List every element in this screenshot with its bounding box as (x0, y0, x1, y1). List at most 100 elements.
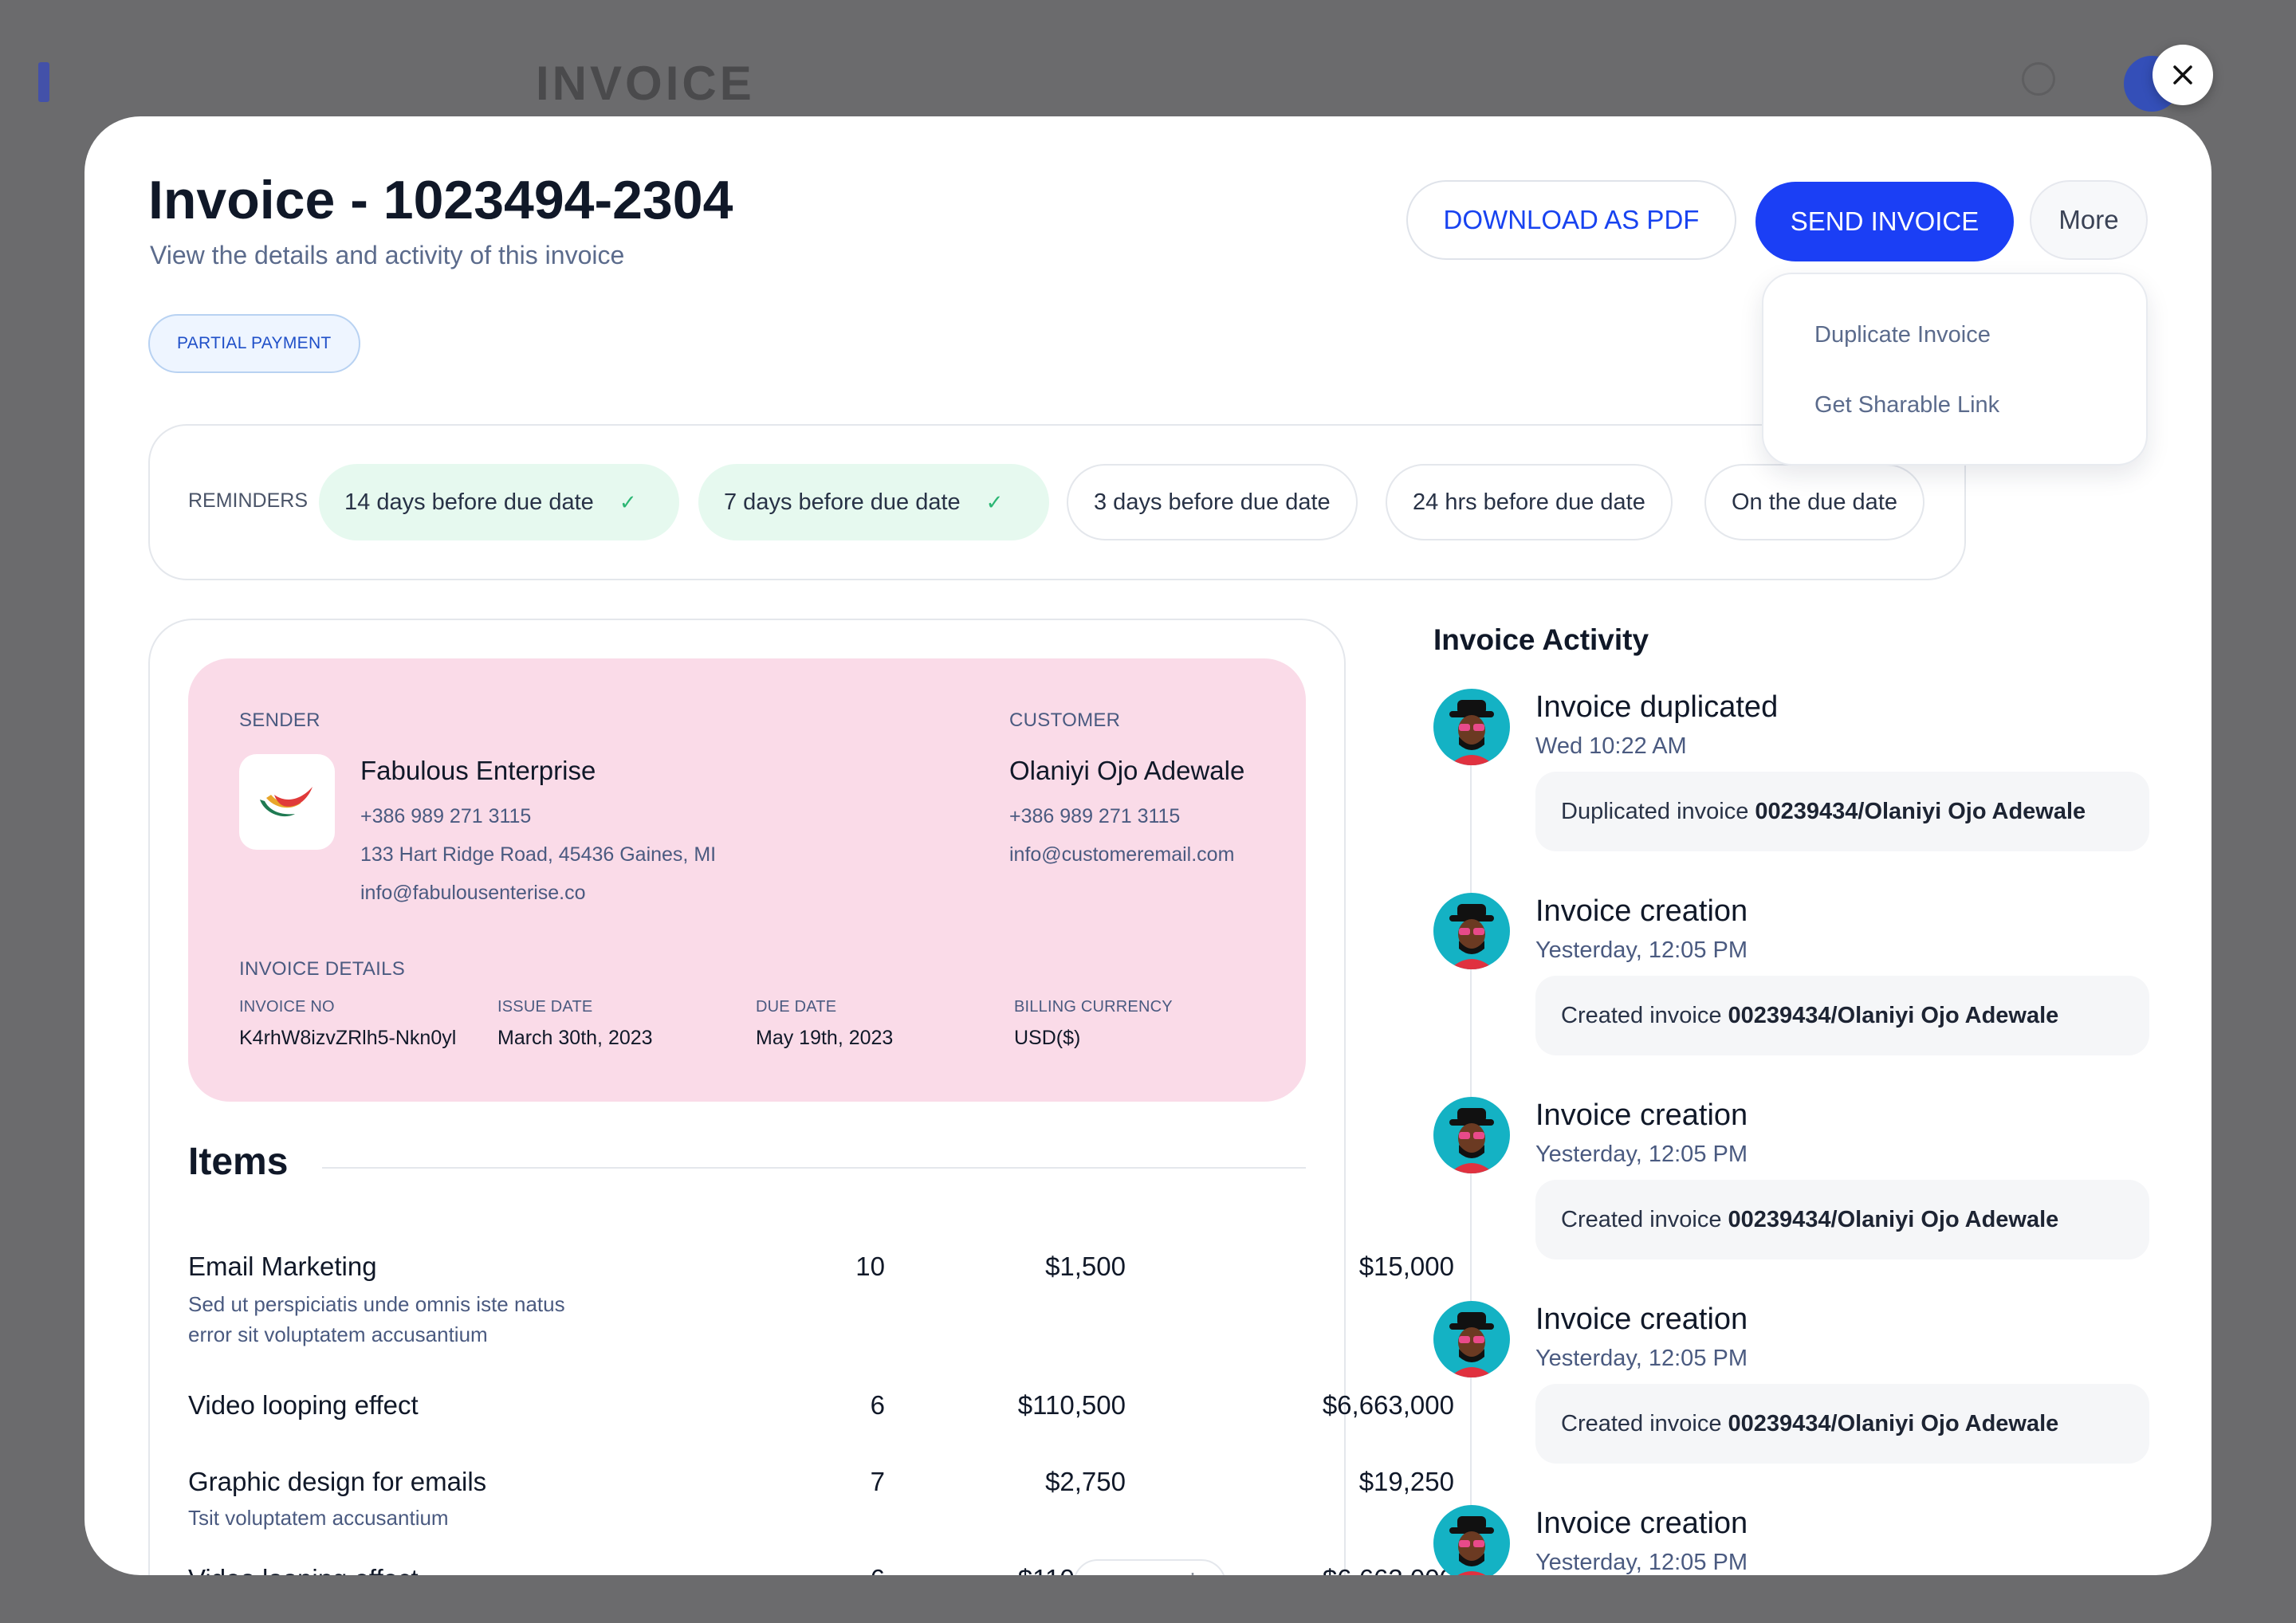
invoice-card: SENDER Fabulous Enterprise +386 989 271 … (148, 619, 1454, 1575)
user-avatar-icon (1449, 1516, 1494, 1575)
invoice-info-panel: SENDER Fabulous Enterprise +386 989 271 … (188, 658, 1306, 1102)
reminder-chip-due-date[interactable]: On the due date (1704, 464, 1924, 540)
user-avatar-icon (1449, 1312, 1494, 1377)
avatar (1433, 893, 1510, 969)
item-name: Video looping effect (188, 1564, 419, 1575)
invoice-activity-heading: Invoice Activity (1433, 623, 1649, 656)
activity-heading: Invoice creation (1535, 1507, 1748, 1540)
invoice-modal: Invoice - 1023494-2304 View the details … (85, 116, 2211, 1575)
activity-heading: Invoice creation (1535, 1098, 1748, 1132)
customer-label: CUSTOMER (1009, 709, 1121, 731)
reminder-chip-3-days[interactable]: 3 days before due date (1067, 464, 1358, 540)
status-badge: PARTIAL PAYMENT (148, 314, 360, 373)
reminders-panel: REMINDERS 14 days before due date ✓ 7 da… (148, 424, 1966, 580)
item-total: $15,000 (1358, 1252, 1454, 1281)
target-icon[interactable] (1181, 1572, 1205, 1575)
brand-swoosh-icon (260, 787, 313, 817)
item-description: error sit voluptatem accusantium (188, 1322, 488, 1346)
avatar (1433, 1097, 1510, 1173)
close-modal-button[interactable] (2152, 45, 2213, 105)
activity-detail: Created invoice 00239434/Olaniyi Ojo Adew… (1535, 1384, 2149, 1464)
reminder-chip-14-days[interactable]: 14 days before due date ✓ (319, 464, 679, 540)
avatar (1433, 1505, 1510, 1575)
items-heading: Items (188, 1141, 289, 1183)
sender-address: 133 Hart Ridge Road, 45436 Gaines, MI (360, 843, 717, 866)
activity-heading: Invoice creation (1535, 894, 1748, 928)
activity-time: Yesterday, 12:05 PM (1535, 1346, 1748, 1371)
toolbar-dash: - (1160, 1574, 1166, 1575)
item-quantity: 6 (870, 1390, 885, 1420)
sender-email: info@fabulousenterise.co (360, 882, 586, 904)
billing-currency-value: USD($) (1014, 1027, 1081, 1049)
due-date-value: May 19th, 2023 (756, 1027, 894, 1049)
item-name: Graphic design for emails (188, 1467, 487, 1496)
activity-detail-text: Created invoice (1561, 1206, 1722, 1232)
background-app-logo (38, 62, 49, 102)
check-icon: ✓ (619, 489, 637, 514)
item-name: Email Marketing (188, 1252, 377, 1281)
user-avatar-icon (1449, 904, 1494, 969)
activity-time: Yesterday, 12:05 PM (1535, 1550, 1748, 1575)
reminder-chip-24-hrs[interactable]: 24 hrs before due date (1386, 464, 1673, 540)
menu-item-duplicate-invoice[interactable]: Duplicate Invoice (1814, 322, 1991, 348)
item-quantity: 6 (708, 1564, 885, 1575)
activity-time: Wed 10:22 AM (1535, 733, 1687, 759)
reminders-label: REMINDERS (188, 489, 309, 512)
item-name: Video looping effect (188, 1390, 419, 1420)
reminder-chip-label: 24 hrs before due date (1413, 489, 1645, 515)
activity-time: Yesterday, 12:05 PM (1535, 1142, 1748, 1167)
reminder-chip-label: 3 days before due date (1094, 489, 1331, 515)
activity-detail: Duplicated invoice 00239434/Olaniyi Ojo A… (1535, 772, 2149, 851)
invoice-details-label: INVOICE DETAILS (239, 958, 406, 980)
item-quantity: 10 (855, 1252, 885, 1281)
toolbar-separator: | (1142, 1575, 1146, 1576)
item-description: Tsit voluptatem accusantium (188, 1506, 449, 1530)
activity-detail-ref[interactable]: 00239434/Olaniyi Ojo Adewale (1728, 1411, 2059, 1437)
avatar (1433, 1301, 1510, 1377)
item-total: $6,663,000 (1322, 1390, 1454, 1420)
due-date-label: DUE DATE (756, 998, 837, 1016)
sender-phone: +386 989 271 3115 (360, 805, 532, 827)
billing-currency-label: BILLING CURRENCY (1014, 998, 1173, 1016)
avatar (1433, 689, 1510, 765)
item-total: $19,250 (1358, 1467, 1454, 1496)
menu-item-get-sharable-link[interactable]: Get Sharable Link (1814, 392, 1999, 419)
send-invoice-button[interactable]: SEND INVOICE (1755, 182, 2014, 261)
customer-phone: +386 989 271 3115 (1009, 805, 1181, 827)
activity-detail-text: Duplicated invoice (1561, 798, 1749, 824)
nuxt-logo-icon[interactable] (1095, 1574, 1126, 1575)
customer-email: info@customeremail.com (1009, 843, 1235, 866)
activity-heading: Invoice creation (1535, 1303, 1748, 1336)
invoice-no-value: K4rhW8izvZRlh5-Nkn0yl (239, 1027, 457, 1049)
sender-logo (239, 754, 335, 850)
items-divider (322, 1167, 1306, 1169)
activity-detail-ref[interactable]: 00239434/Olaniyi Ojo Adewale (1728, 1207, 2059, 1233)
item-description: Sed ut perspiciatis unde omnis iste natu… (188, 1292, 565, 1316)
page-title: Invoice - 1023494-2304 (148, 170, 733, 230)
reminder-chip-label: 14 days before due date (344, 489, 594, 515)
invoice-no-label: INVOICE NO (239, 998, 335, 1016)
reminder-chip-label: 7 days before due date (724, 489, 961, 515)
activity-detail-text: Created invoice (1561, 1410, 1722, 1436)
background-page-title: INVOICE (536, 57, 755, 110)
download-pdf-button[interactable]: DOWNLOAD AS PDF (1406, 180, 1736, 260)
user-avatar-icon (1449, 700, 1494, 765)
sender-name: Fabulous Enterprise (360, 756, 596, 785)
activity-detail: Created invoice 00239434/Olaniyi Ojo Adew… (1535, 1180, 2149, 1259)
close-icon (2173, 65, 2192, 84)
devtools-floating-bar[interactable]: | - (1073, 1559, 1226, 1575)
reminder-chip-7-days[interactable]: 7 days before due date ✓ (698, 464, 1049, 540)
customer-name: Olaniyi Ojo Adewale (1009, 756, 1245, 785)
background-bell-icon (2022, 62, 2055, 96)
issue-date-value: March 30th, 2023 (497, 1027, 653, 1049)
activity-detail-ref[interactable]: 00239434/Olaniyi Ojo Adewale (1728, 1003, 2059, 1029)
activity-detail: Created invoice 00239434/Olaniyi Ojo Adew… (1535, 976, 2149, 1055)
item-quantity: 7 (870, 1467, 885, 1496)
more-dropdown-menu: Duplicate Invoice Get Sharable Link (1762, 273, 2148, 466)
activity-heading: Invoice duplicated (1535, 690, 1779, 724)
more-button[interactable]: More (2030, 180, 2148, 260)
activity-detail-text: Created invoice (1561, 1002, 1722, 1028)
issue-date-label: ISSUE DATE (497, 998, 593, 1016)
page-subtitle: View the details and activity of this in… (150, 241, 625, 269)
activity-detail-ref[interactable]: 00239434/Olaniyi Ojo Adewale (1755, 799, 2086, 825)
